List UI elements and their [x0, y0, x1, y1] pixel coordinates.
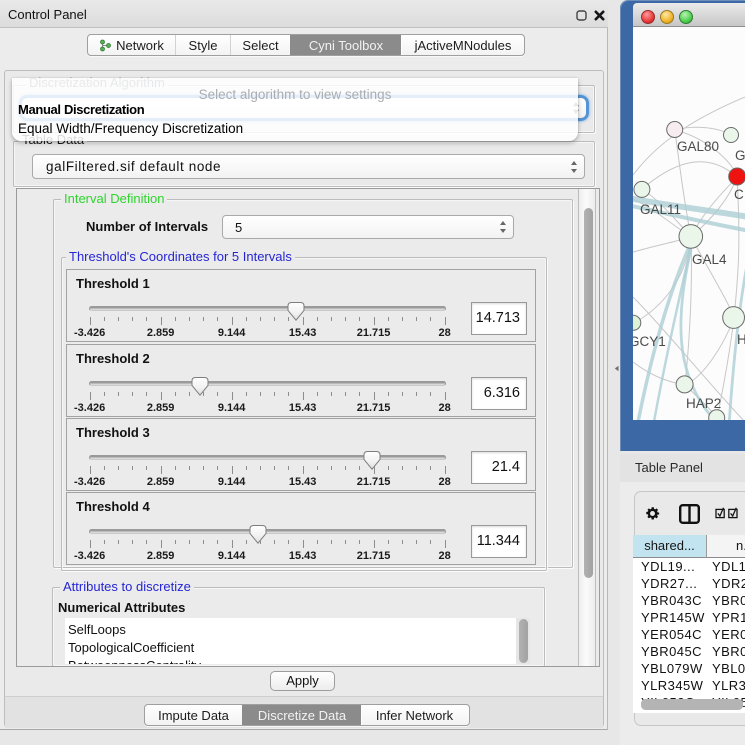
svg-text:HAP2: HAP2: [686, 396, 721, 411]
svg-text:GAL80: GAL80: [677, 139, 719, 154]
svg-text:H: H: [737, 332, 745, 347]
svg-text:GCY1: GCY1: [633, 334, 666, 349]
svg-text:GAL4: GAL4: [692, 252, 727, 267]
svg-text:C: C: [734, 187, 744, 202]
svg-text:GA: GA: [735, 148, 745, 163]
svg-text:GAL11: GAL11: [640, 202, 681, 217]
